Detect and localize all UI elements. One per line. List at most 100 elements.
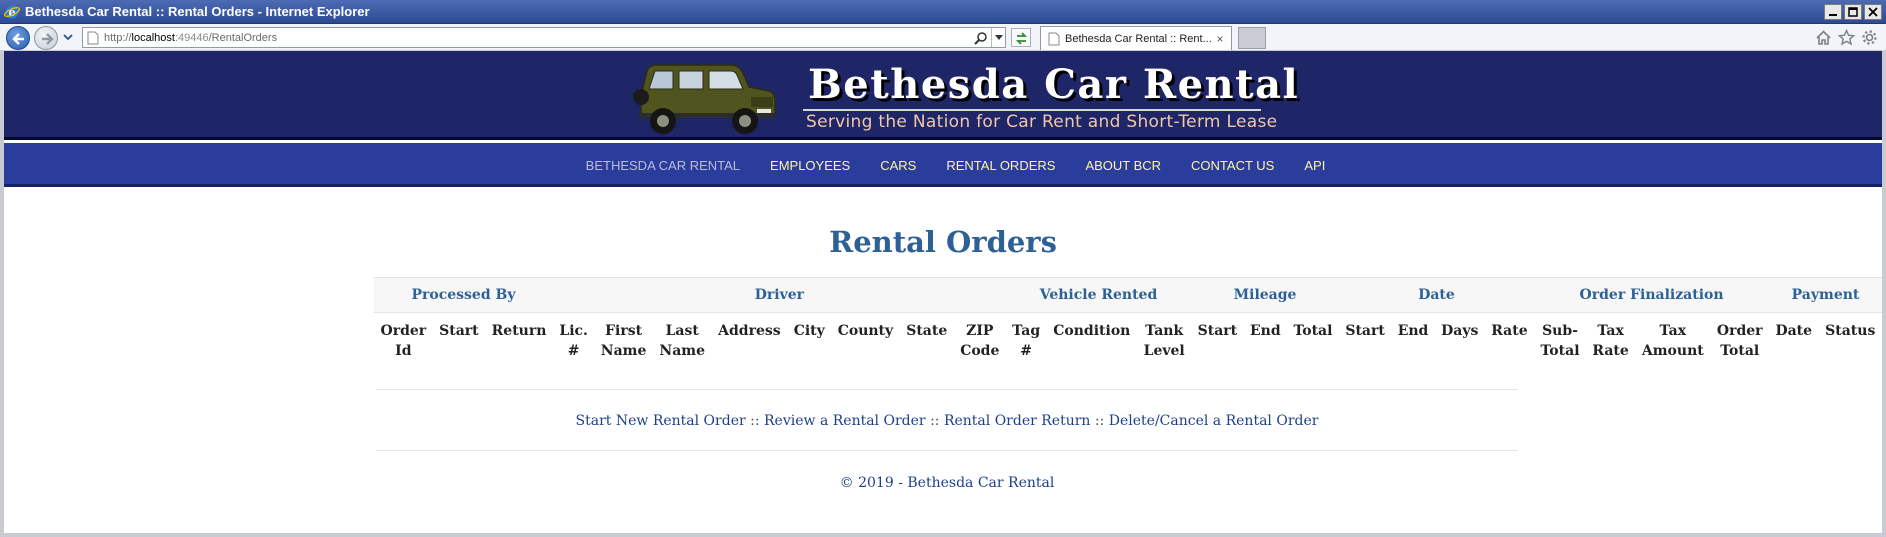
column-header-line: Name [600, 343, 647, 359]
favorites-star-icon[interactable] [1838, 29, 1855, 46]
menu-item-cars[interactable]: CARS [880, 158, 916, 173]
url-text[interactable]: http://localhost:49446/RentalOrders [104, 32, 974, 44]
minimize-icon [1829, 13, 1837, 16]
menu-item-api[interactable]: API [1304, 158, 1325, 173]
column-header: Address [712, 313, 788, 362]
column-header-line: Address [718, 323, 781, 339]
column-header: Lic. # [553, 313, 594, 362]
column-header-line: Date [1775, 323, 1813, 339]
column-header-line: End [1249, 323, 1281, 339]
group-header-vehicle-rented: Vehicle Rented [1039, 287, 1158, 303]
site-tagline: Serving the Nation for Car Rent and Shor… [806, 112, 1278, 132]
column-header: Tank Level [1137, 313, 1191, 362]
column-header-line: Start [439, 323, 479, 339]
search-icon[interactable] [974, 31, 988, 45]
column-header-line: # [1020, 343, 1033, 359]
address-dropdown-button[interactable] [991, 28, 1005, 47]
column-header-line: Condition [1053, 323, 1131, 339]
chevron-down-icon [994, 34, 1003, 40]
rental-order-return-link[interactable]: Rental Order Return [944, 413, 1090, 429]
page-title: Rental Orders [829, 225, 1057, 259]
main-menu: BETHESDA CAR RENTAL EMPLOYEES CARS RENTA… [4, 143, 1882, 187]
column-header: ZIP Code [954, 313, 1006, 362]
column-header: Start [1191, 313, 1243, 362]
menu-item-bethesda-car-rental[interactable]: BETHESDA CAR RENTAL [586, 158, 740, 173]
group-header-mileage: Mileage [1233, 287, 1297, 303]
arrow-right-icon [42, 33, 54, 45]
column-header: Last Name [653, 313, 712, 362]
column-header: Tax Rate [1586, 313, 1635, 362]
browser-navbar: http://localhost:49446/RentalOrders Beth… [0, 24, 1886, 51]
close-button[interactable] [1864, 3, 1882, 20]
delete-cancel-rental-order-link[interactable]: Delete/Cancel a Rental Order [1109, 413, 1319, 429]
column-header: Tax Amount [1635, 313, 1710, 362]
column-header-line: Tax [1597, 323, 1624, 339]
column-header: Status [1819, 313, 1883, 362]
site-banner: Bethesda Car Rental Serving the Nation f… [4, 51, 1882, 140]
review-rental-order-link[interactable]: Review a Rental Order [764, 413, 926, 429]
column-header-line: Name [659, 343, 705, 359]
tab-title: Bethesda Car Rental :: Rent... [1065, 32, 1212, 45]
column-header: Order Id [374, 313, 433, 362]
column-header-line: Code [960, 343, 1000, 359]
column-header-line: Total [1293, 323, 1333, 339]
column-header-line: Order [380, 323, 427, 339]
address-bar[interactable]: http://localhost:49446/RentalOrders [82, 27, 1006, 48]
home-icon[interactable] [1815, 29, 1832, 46]
start-new-rental-order-link[interactable]: Start New Rental Order [576, 413, 746, 429]
menu-item-rental-orders[interactable]: RENTAL ORDERS [946, 158, 1055, 173]
column-header-line: First [605, 323, 643, 339]
forward-button[interactable] [34, 26, 58, 50]
column-header: Return [485, 313, 553, 362]
gear-icon[interactable] [1861, 29, 1878, 46]
column-header-line: Tax [1659, 323, 1687, 339]
group-header-driver: Driver [754, 287, 805, 303]
column-header-line: ZIP [966, 323, 994, 339]
column-header-line: Days [1441, 323, 1479, 339]
page-icon [87, 31, 99, 44]
menu-item-about-bcr[interactable]: ABOUT BCR [1085, 158, 1161, 173]
column-header-line: Order [1716, 323, 1763, 339]
column-header: State [900, 313, 954, 362]
site-title: Bethesda Car Rental [808, 61, 1300, 108]
order-actions-links: Start New Rental Order :: Review a Renta… [376, 413, 1518, 429]
compatibility-refresh-button[interactable] [1011, 28, 1031, 47]
menu-item-contact-us[interactable]: CONTACT US [1191, 158, 1274, 173]
menu-item-employees[interactable]: EMPLOYEES [770, 158, 850, 173]
group-header-payment: Payment [1791, 287, 1860, 303]
column-header: Sub- Total [1534, 313, 1586, 362]
footer-divider [376, 450, 1518, 451]
column-header-line: Rate [1592, 343, 1629, 359]
tab-close-icon[interactable]: × [1213, 32, 1227, 46]
recent-pages-chevron-down-icon[interactable] [63, 32, 73, 42]
column-header-line: Rate [1491, 323, 1528, 339]
column-header: Tag # [1006, 313, 1047, 362]
column-header-line: # [567, 343, 580, 359]
column-header-line: State [906, 323, 948, 339]
suv-car-logo [633, 64, 776, 134]
window-title: Bethesda Car Rental :: Rental Orders - I… [25, 4, 370, 19]
column-header-line: Tag [1012, 323, 1041, 339]
column-header-line: Amount [1641, 343, 1704, 359]
new-tab-button[interactable] [1238, 27, 1266, 49]
title-divider [803, 109, 1261, 111]
link-separator: :: [750, 413, 760, 429]
link-separator: :: [1094, 413, 1105, 429]
back-button[interactable] [6, 26, 30, 50]
column-header: End [1244, 313, 1287, 362]
column-header: Condition [1046, 313, 1137, 362]
browser-tab-active[interactable]: Bethesda Car Rental :: Rent... × [1040, 26, 1232, 50]
table-column-header-row: Order Id Start Return Lic. # First Name Last Name… [374, 313, 1882, 362]
column-header-line: Level [1143, 343, 1185, 359]
page-footer: © 2019 - Bethesda Car Rental [839, 475, 1055, 491]
column-header: Date [1769, 313, 1818, 362]
column-header: City [787, 313, 831, 362]
window-titlebar[interactable]: e Bethesda Car Rental :: Rental Orders -… [0, 0, 1886, 24]
column-header-line: Start [1345, 323, 1385, 339]
maximize-button[interactable] [1844, 3, 1862, 20]
column-header-line: Last [665, 323, 699, 339]
column-header: Start [433, 313, 485, 362]
refresh-icon [1015, 32, 1028, 45]
minimize-button[interactable] [1824, 3, 1842, 20]
column-header-line: Return [491, 323, 547, 339]
